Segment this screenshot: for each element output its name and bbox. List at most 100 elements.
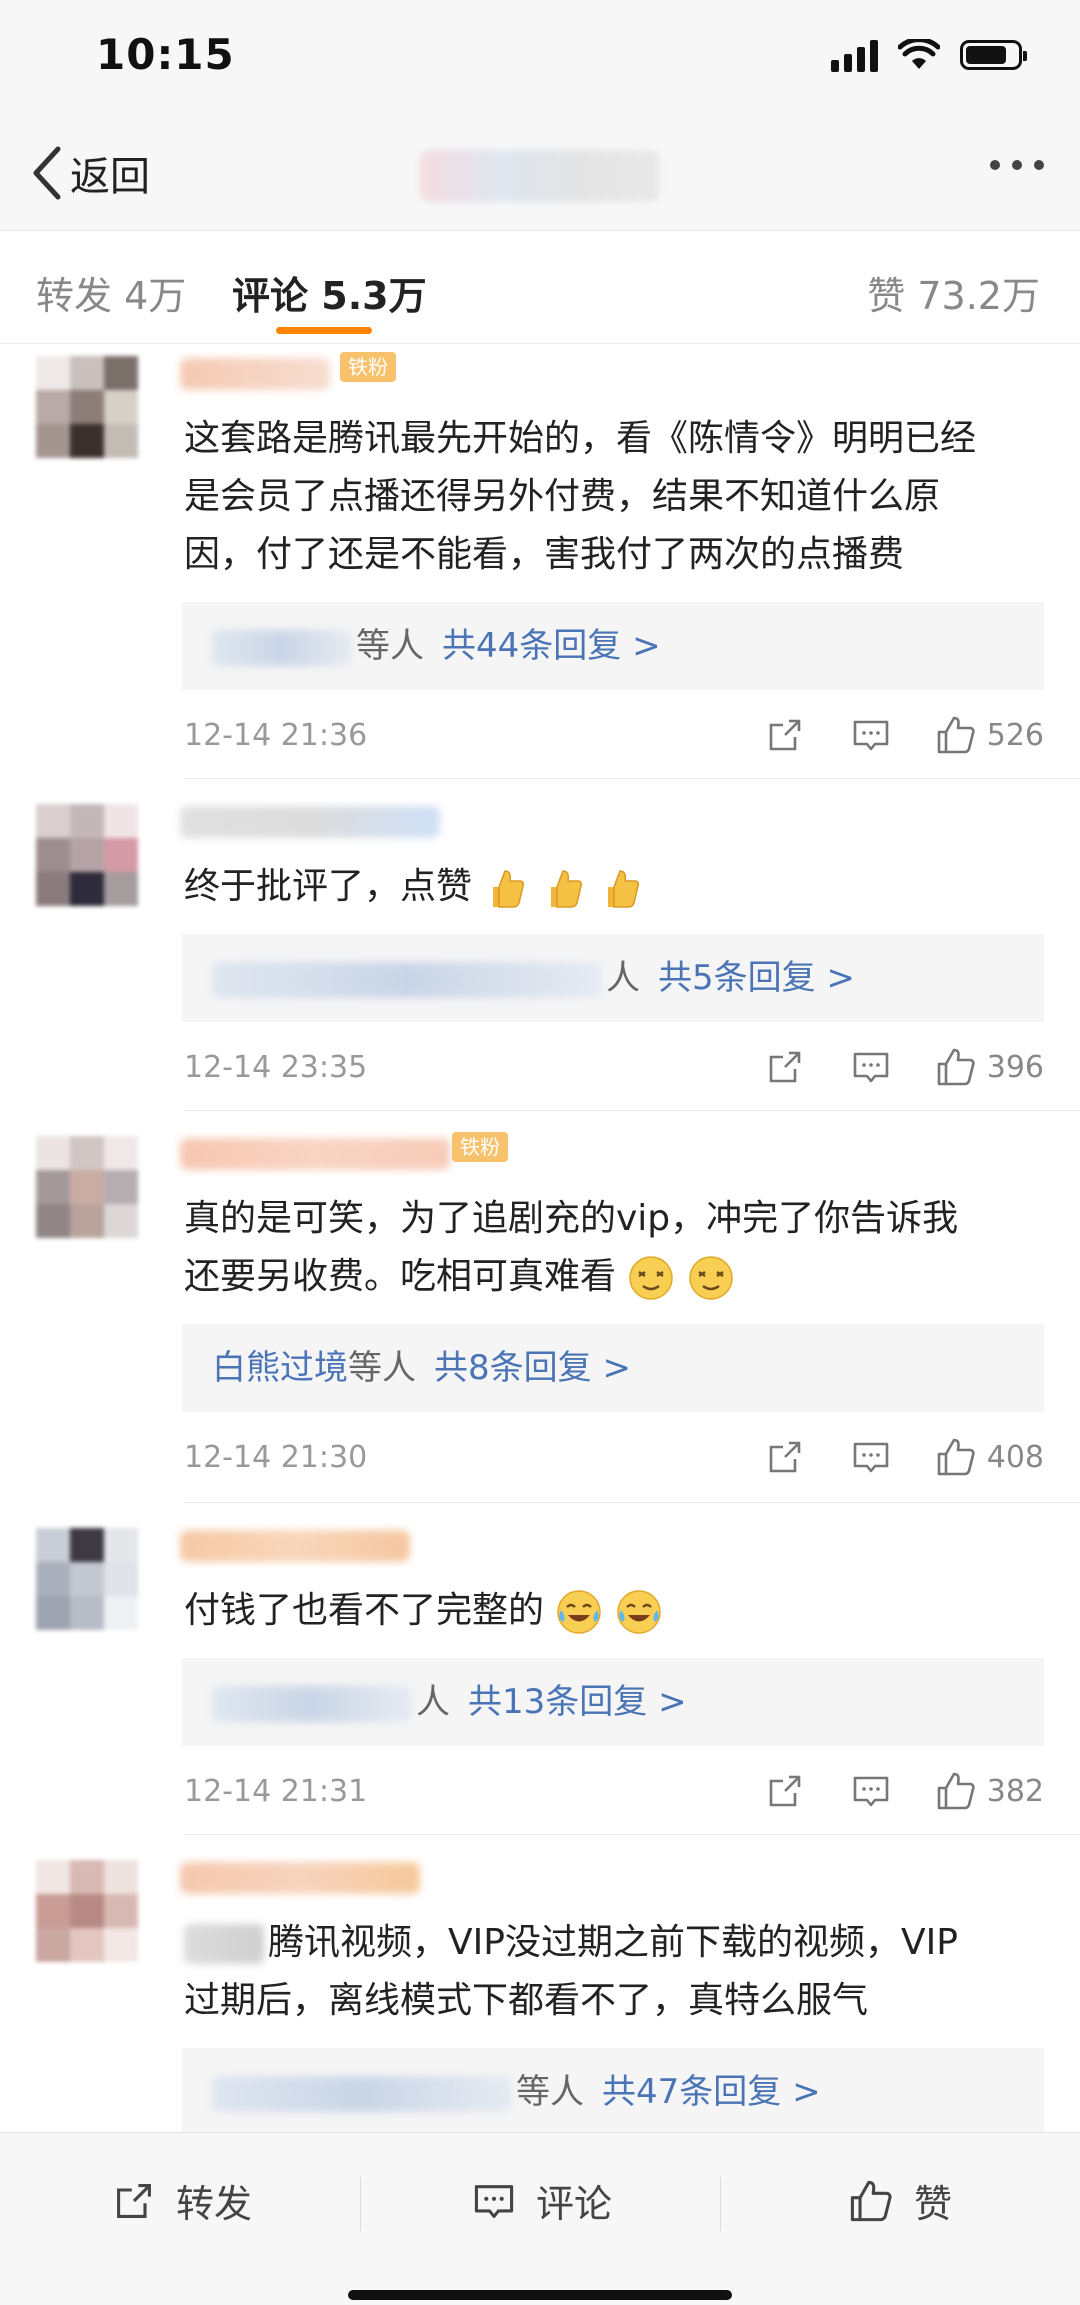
thumbs-up-icon — [937, 1438, 975, 1476]
nav-bar: 返回 — [0, 120, 1080, 231]
comment-meta: 12-14 21:30 408 — [184, 1436, 1044, 1484]
comment-icon — [474, 2184, 514, 2218]
status-bar: 10:15 — [0, 0, 1080, 120]
comment-line: 真的是可笑，为了追剧充的vip，冲完了你告诉我 — [184, 1198, 959, 1239]
like-button[interactable]: 526 — [935, 714, 1044, 756]
reply-summary[interactable]: 人共5条回复 > — [182, 934, 1044, 1022]
like-button[interactable]: 382 — [935, 1770, 1044, 1812]
comment-line: 这套路是腾讯最先开始的，看《陈情令》明明已经 — [184, 418, 977, 459]
reply-button[interactable] — [851, 1437, 891, 1477]
comment-time: 12-14 21:31 — [184, 1774, 368, 1809]
avatar[interactable] — [36, 1136, 140, 1240]
comment-text-redacted — [184, 1924, 264, 1964]
bottom-comment-button[interactable]: 评论 — [472, 2173, 612, 2228]
like-button[interactable]: 396 — [935, 1046, 1044, 1088]
comment-meta: 12-14 21:36 526 — [184, 714, 1044, 762]
reply-count-link[interactable]: 共44条回复 > — [442, 626, 661, 666]
tab-likes-count: 73.2万 — [917, 274, 1040, 318]
thumbs-up-icon — [937, 1048, 975, 1086]
reply-etc: 人 — [606, 958, 640, 998]
home-indicator — [348, 2290, 732, 2300]
avatar[interactable] — [36, 356, 140, 460]
comment-time: 12-14 21:30 — [184, 1440, 368, 1475]
username-redacted[interactable] — [180, 1862, 420, 1894]
bottom-repost-label: 转发 — [176, 2182, 253, 2226]
thumbs-up-emoji-icon — [608, 870, 640, 908]
share-icon — [769, 719, 801, 751]
thumbs-up-icon — [850, 2180, 892, 2221]
tab-bar: 转发 4万 评论 5.3万 赞 73.2万 — [0, 231, 1080, 344]
divider — [720, 2177, 721, 2231]
share-icon — [769, 1441, 801, 1473]
thumbs-up-icon — [937, 716, 975, 754]
username-redacted[interactable] — [180, 806, 440, 838]
like-button[interactable]: 408 — [935, 1436, 1044, 1478]
reply-user-name[interactable]: 白熊过境 — [212, 1348, 348, 1388]
cellular-signal-icon — [831, 38, 878, 72]
tab-repost-label: 转发 — [36, 274, 113, 318]
share-button[interactable] — [765, 1437, 805, 1477]
reply-summary[interactable]: 等人 共44条回复 > — [182, 602, 1044, 690]
fan-badge: 铁粉 — [452, 1132, 508, 1162]
tab-comments[interactable]: 评论 5.3万 — [232, 265, 427, 320]
reply-summary[interactable]: 人共13条回复 > — [182, 1658, 1044, 1746]
avatar[interactable] — [36, 1860, 140, 1964]
comment-text: 付钱了也看不了完整的 — [184, 1582, 1054, 1640]
status-time: 10:15 — [96, 30, 235, 79]
share-icon — [117, 2183, 151, 2218]
comment-line: 过期后，离线模式下都看不了，真特么服气 — [184, 1980, 869, 2021]
comment-item: 铁粉 真的是可笑，为了追剧充的vip，冲完了你告诉我 还要另收费。吃相可真难看 … — [0, 1124, 1080, 1500]
reply-count-link[interactable]: 共47条回复 > — [602, 2072, 821, 2112]
reply-etc: 等人 — [348, 1348, 416, 1388]
username-redacted[interactable] — [180, 358, 330, 390]
thumbs-up-emoji-icon — [493, 870, 525, 908]
comment-meta: 12-14 21:31 382 — [184, 1770, 1044, 1818]
comment-text: 这套路是腾讯最先开始的，看《陈情令》明明已经 是会员了点播还得另外付费，结果不知… — [184, 410, 1054, 584]
divider — [184, 778, 1080, 779]
share-icon — [769, 1775, 801, 1807]
reply-etc: 等人 — [356, 626, 424, 666]
reply-etc: 人 — [416, 1682, 450, 1722]
username-redacted[interactable] — [180, 1530, 410, 1562]
share-button[interactable] — [765, 1771, 805, 1811]
divider — [184, 1502, 1080, 1503]
comment-icon — [853, 720, 889, 751]
reply-button[interactable] — [851, 715, 891, 755]
comment-item: 腾讯视频，VIP没过期之前下载的视频，VIP 过期后，离线模式下都看不了，真特么… — [0, 1848, 1080, 2132]
comment-text: 真的是可笑，为了追剧充的vip，冲完了你告诉我 还要另收费。吃相可真难看 — [184, 1190, 1054, 1306]
tab-repost[interactable]: 转发 4万 — [36, 265, 186, 320]
share-icon — [769, 1051, 801, 1083]
tab-comments-count: 5.3万 — [321, 274, 427, 318]
back-label: 返回 — [70, 154, 150, 200]
thumbs-up-emoji-icon — [550, 870, 583, 908]
status-icons — [831, 38, 1027, 72]
reply-summary[interactable]: 等人 共47条回复 > — [182, 2048, 1044, 2132]
thumbs-up-icon — [937, 1772, 975, 1810]
bottom-like-button[interactable]: 赞 — [848, 2173, 952, 2228]
comment-line: 是会员了点播还得另外付费，结果不知道什么原 — [184, 476, 941, 517]
bottom-repost-button[interactable]: 转发 — [112, 2173, 252, 2228]
reply-names-redacted — [212, 1685, 412, 1722]
username-redacted[interactable] — [180, 1138, 450, 1170]
battery-icon — [960, 40, 1027, 70]
back-button[interactable]: 返回 — [30, 144, 150, 202]
comment-line: 腾讯视频，VIP没过期之前下载的视频，VIP — [184, 1914, 1054, 1972]
like-count: 382 — [986, 1773, 1044, 1809]
avatar[interactable] — [36, 804, 140, 908]
reply-count-link[interactable]: 共13条回复 > — [468, 1682, 687, 1722]
share-button[interactable] — [765, 715, 805, 755]
comment-text: 腾讯视频，VIP没过期之前下载的视频，VIP 过期后，离线模式下都看不了，真特么… — [184, 1914, 1054, 2030]
comment-line-text: 腾讯视频，VIP没过期之前下载的视频，VIP — [268, 1922, 958, 1963]
reply-summary[interactable]: 白熊过境等人 共8条回复 > — [182, 1324, 1044, 1412]
more-options-button[interactable] — [990, 160, 1044, 170]
active-tab-indicator — [276, 327, 372, 334]
avatar[interactable] — [36, 1528, 140, 1632]
tab-likes[interactable]: 赞 73.2万 — [867, 265, 1040, 320]
reply-button[interactable] — [851, 1047, 891, 1087]
reply-button[interactable] — [851, 1771, 891, 1811]
bottom-like-label: 赞 — [914, 2182, 953, 2226]
reply-count-link[interactable]: 共5条回复 > — [658, 958, 855, 998]
share-button[interactable] — [765, 1047, 805, 1087]
comment-item: 铁粉 这套路是腾讯最先开始的，看《陈情令》明明已经 是会员了点播还得另外付费，结… — [0, 344, 1080, 778]
reply-count-link[interactable]: 共8条回复 > — [434, 1348, 631, 1388]
